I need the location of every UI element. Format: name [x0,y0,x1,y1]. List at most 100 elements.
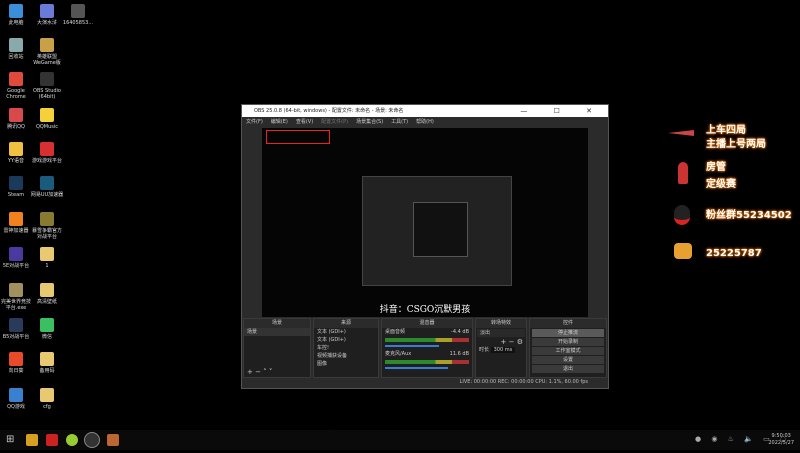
source-item[interactable]: 文本 (GDI+) [314,328,378,336]
menu-tools[interactable]: 工具(T) [391,117,408,128]
desktop-icon-label: 腾讯QQ [7,124,25,130]
volume-slider[interactable] [385,345,439,347]
taskbar-app-icon[interactable] [46,434,58,446]
desktop-icon[interactable]: QQMusic [30,108,64,130]
desktop-icon[interactable]: 腾讯QQ [0,108,33,130]
app-icon [40,142,54,156]
clock[interactable]: 9:50:03 2022/5/27 [768,433,794,447]
menu-view[interactable]: 查看(V) [296,117,313,128]
taskbar-app-icon[interactable] [26,434,38,446]
overlay-line: 主播上号两局 [706,139,766,150]
desktop-icon[interactable]: 网易UU加速器 [30,176,64,198]
menu-scene-collection[interactable]: 场景集合(S) [356,117,383,128]
scenes-header: 场景 [244,319,310,328]
taskbar: ⊞ ● ◉ ♨ 🔈 ▭ ◌ 9:50:03 2022/5/27 [0,430,800,450]
desktop-icon-label: QQMusic [35,124,59,130]
source-item[interactable]: 文本 (GDI+) [314,336,378,344]
desktop-icon[interactable]: Google Chrome [0,72,33,100]
app-icon [9,388,23,402]
desktop-icon[interactable]: 微信 [30,318,64,340]
stop-streaming-button[interactable]: 停止推流 [532,329,604,337]
duration-label: 时长 [479,347,490,353]
obs-menu-bar: 文件(F) 编辑(E) 查看(V) 配置文件(P) 场景集合(S) 工具(T) … [242,117,608,128]
desktop-icon[interactable]: cfg [30,388,64,410]
studio-mode-button[interactable]: 工作室模式 [532,347,604,355]
desktop-icon[interactable]: 雷神加速器 [0,212,33,234]
rocket-icon [678,162,688,184]
exit-button[interactable]: 退出 [532,365,604,373]
desktop-icon-label: Google Chrome [6,88,26,100]
desktop-icon-label: YY语音 [7,158,25,164]
desktop-icon[interactable]: 5E对战平台 [0,247,33,269]
transition-select[interactable]: 淡出 [477,329,525,337]
scene-item[interactable]: 场景 [244,328,310,336]
desktop-icon-label: Steam [7,192,25,198]
volume-slider[interactable] [385,367,448,369]
menu-file[interactable]: 文件(F) [246,117,263,128]
menu-edit[interactable]: 编辑(E) [271,117,288,128]
desktop-icon[interactable]: 高清壁纸 [30,283,64,305]
transition-controls[interactable]: + − ⚙ [476,338,526,346]
desktop-icon-label: 备用码 [39,368,55,374]
desktop-icon-label: 大演水浒 [36,20,57,26]
desktop-icon[interactable]: 游戏游戏平台 [30,142,64,164]
desktop-icon-label: OBS Studio (64bit) [33,88,61,100]
obs-preview[interactable]: 抖音：CSGO沉默男孩 [262,128,588,317]
overlay-line: 25225787 [706,248,762,259]
volume-meter [385,338,469,342]
app-icon [9,318,23,332]
desktop-icon[interactable]: 此电脑 [0,4,33,26]
desktop-icon[interactable]: 回收站 [0,38,33,60]
desktop-icon[interactable]: 英雄联盟WeGame版 [30,38,64,66]
mixer-dock: 混音器 桌面音频 -4.4 dB 麦克风/Aux 11.6 dB [381,318,473,378]
app-icon [9,38,23,52]
app-icon [40,388,54,402]
duration-input[interactable]: 300 ms [490,347,516,353]
desktop-icon[interactable]: 大演水浒 [30,4,64,26]
desktop-icon-label: 此电脑 [8,20,24,26]
source-item[interactable]: 图像 [314,360,378,368]
taskbar-app-icon[interactable] [66,434,78,446]
desktop-icon-label: 1 [45,263,49,269]
app-icon [40,247,54,261]
desktop-icon[interactable]: 1 [30,247,64,269]
window-controls[interactable]: — ☐ ✕ [520,105,604,117]
start-icon[interactable]: ⊞ [6,434,18,446]
desktop-icon[interactable]: YY语音 [0,142,33,164]
desktop-icon-label: cfg [43,404,51,410]
desktop-icon-label: 暴雪争霸官方对战平台 [31,228,62,240]
desktop-icon[interactable]: 16405853... [61,4,95,26]
mascot-icon [674,243,692,259]
source-item[interactable]: 车控! [314,344,378,352]
obs-window[interactable]: OBS 25.0.8 (64-bit, windows) - 配置文件: 未命名… [241,104,609,389]
desktop-icon[interactable]: 备用码 [30,352,64,374]
scenes-dock: 场景 场景 + − ˄ ˅ [243,318,311,378]
desktop-icon[interactable]: QQ游戏 [0,388,33,410]
desktop-icon[interactable]: 暴雪争霸官方对战平台 [30,212,64,240]
desktop-icon[interactable]: 向日葵 [0,352,33,374]
obs-title-bar[interactable]: OBS 25.0.8 (64-bit, windows) - 配置文件: 未命名… [242,105,608,117]
source-item[interactable]: 视频捕获设备 [314,352,378,360]
obs-status-bar: LIVE: 00:00:00 REC: 00:00:00 CPU: 1.1%, … [459,379,588,385]
desktop-icon-label: 雷神加速器 [3,228,29,234]
desktop-icon-label: 微信 [41,334,52,340]
desktop-icon[interactable]: 完美世界竞技平台.exe [0,283,33,311]
transitions-dock: 转场特效 淡出 + − ⚙ 时长 300 ms [475,318,527,378]
menu-profile[interactable]: 配置文件(P) [321,117,348,128]
taskbar-app-icon[interactable] [107,434,119,446]
app-icon [9,4,23,18]
desktop-icon[interactable]: OBS Studio (64bit) [30,72,64,100]
clock-date: 2022/5/27 [768,440,794,446]
controls-dock: 控件 停止推流 开始录制 工作室模式 设置 退出 [529,318,607,378]
menu-help[interactable]: 帮助(H) [416,117,434,128]
desktop-icon[interactable]: Steam [0,176,33,198]
nested-preview [362,176,512,286]
desktop-icon[interactable]: B5对战平台 [0,318,33,340]
start-recording-button[interactable]: 开始录制 [532,338,604,346]
channel-name: 麦克风/Aux [385,351,412,357]
channel-level: 11.6 dB [449,351,469,357]
obs-taskbar-icon[interactable] [84,432,100,448]
settings-button[interactable]: 设置 [532,356,604,364]
controls-header: 控件 [530,319,606,328]
scene-controls[interactable]: + − ˄ ˅ [247,368,272,376]
